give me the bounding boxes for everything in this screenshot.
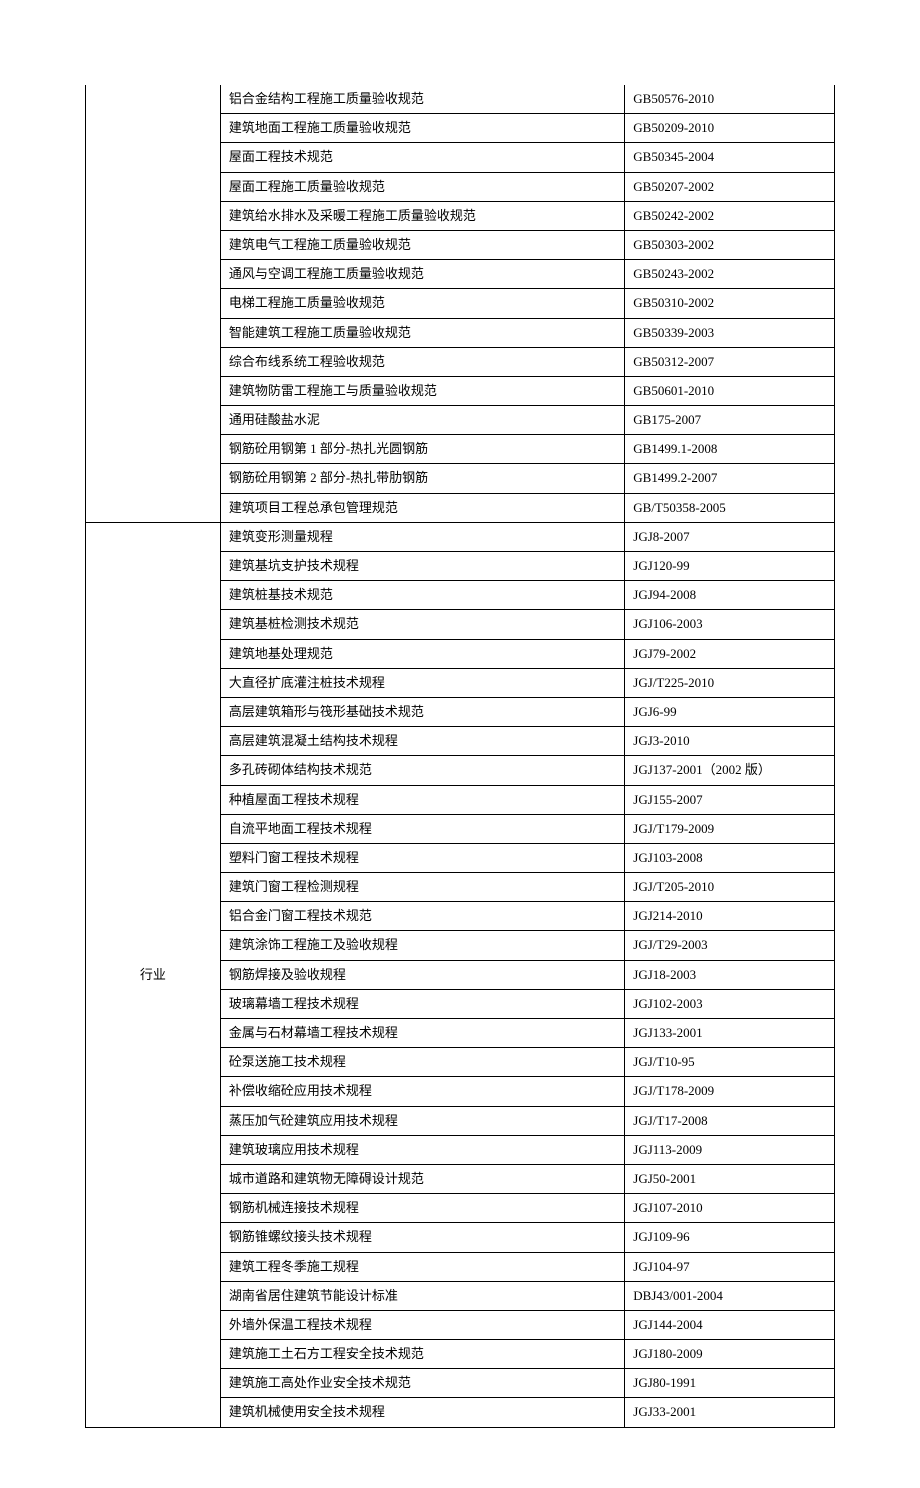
standard-code-cell: JGJ/T178-2009 [625, 1077, 835, 1106]
standard-code-cell: DBJ43/001-2004 [625, 1281, 835, 1310]
standard-name-cell: 城市道路和建筑物无障碍设计规范 [220, 1164, 624, 1193]
standard-name-cell: 综合布线系统工程验收规范 [220, 347, 624, 376]
standard-code-cell: JGJ/T205-2010 [625, 873, 835, 902]
standard-code-cell: JGJ18-2003 [625, 960, 835, 989]
standards-table: 铝合金结构工程施工质量验收规范GB50576-2010建筑地面工程施工质量验收规… [85, 85, 835, 1428]
standard-code-cell: JGJ50-2001 [625, 1164, 835, 1193]
standard-code-cell: JGJ107-2010 [625, 1194, 835, 1223]
standard-code-cell: JGJ33-2001 [625, 1398, 835, 1427]
standard-code-cell: GB50207-2002 [625, 172, 835, 201]
standard-name-cell: 自流平地面工程技术规程 [220, 814, 624, 843]
standard-code-cell: GB1499.1-2008 [625, 435, 835, 464]
standard-code-cell: JGJ6-99 [625, 697, 835, 726]
standard-name-cell: 建筑施工土石方工程安全技术规范 [220, 1340, 624, 1369]
standard-name-cell: 蒸压加气砼建筑应用技术规程 [220, 1106, 624, 1135]
standard-name-cell: 建筑物防雷工程施工与质量验收规范 [220, 376, 624, 405]
standard-name-cell: 外墙外保温工程技术规程 [220, 1310, 624, 1339]
standard-name-cell: 钢筋砼用钢第 2 部分-热扎带肋钢筋 [220, 464, 624, 493]
standard-code-cell: GB50303-2002 [625, 230, 835, 259]
standard-name-cell: 高层建筑箱形与筏形基础技术规范 [220, 697, 624, 726]
standard-code-cell: JGJ/T179-2009 [625, 814, 835, 843]
standard-name-cell: 电梯工程施工质量验收规范 [220, 289, 624, 318]
category-cell [86, 85, 221, 522]
standard-name-cell: 建筑门窗工程检测规程 [220, 873, 624, 902]
standard-name-cell: 金属与石材幕墙工程技术规程 [220, 1019, 624, 1048]
standard-code-cell: JGJ79-2002 [625, 639, 835, 668]
standard-code-cell: GB1499.2-2007 [625, 464, 835, 493]
standard-code-cell: JGJ133-2001 [625, 1019, 835, 1048]
standard-code-cell: JGJ3-2010 [625, 727, 835, 756]
standard-code-cell: GB50345-2004 [625, 143, 835, 172]
standard-name-cell: 通风与空调工程施工质量验收规范 [220, 260, 624, 289]
standard-code-cell: GB50339-2003 [625, 318, 835, 347]
standard-name-cell: 建筑施工高处作业安全技术规范 [220, 1369, 624, 1398]
standard-code-cell: JGJ214-2010 [625, 902, 835, 931]
standard-code-cell: JGJ113-2009 [625, 1135, 835, 1164]
standard-name-cell: 塑料门窗工程技术规程 [220, 843, 624, 872]
category-cell: 行业 [86, 522, 221, 1427]
standard-code-cell: GB50312-2007 [625, 347, 835, 376]
standard-code-cell: JGJ137-2001（2002 版） [625, 756, 835, 785]
standard-name-cell: 多孔砖砌体结构技术规范 [220, 756, 624, 785]
table-row: 铝合金结构工程施工质量验收规范GB50576-2010 [86, 85, 835, 114]
standard-code-cell: JGJ102-2003 [625, 989, 835, 1018]
standard-code-cell: JGJ103-2008 [625, 843, 835, 872]
standard-code-cell: JGJ/T225-2010 [625, 668, 835, 697]
standard-name-cell: 建筑玻璃应用技术规程 [220, 1135, 624, 1164]
standard-name-cell: 建筑基桩检测技术规范 [220, 610, 624, 639]
standard-name-cell: 建筑涂饰工程施工及验收规程 [220, 931, 624, 960]
standard-code-cell: JGJ144-2004 [625, 1310, 835, 1339]
standard-name-cell: 大直径扩底灌注桩技术规程 [220, 668, 624, 697]
standard-name-cell: 铝合金门窗工程技术规范 [220, 902, 624, 931]
standard-name-cell: 建筑项目工程总承包管理规范 [220, 493, 624, 522]
standard-code-cell: GB/T50358-2005 [625, 493, 835, 522]
table-row: 行业建筑变形测量规程JGJ8-2007 [86, 522, 835, 551]
standard-name-cell: 建筑变形测量规程 [220, 522, 624, 551]
standard-name-cell: 建筑电气工程施工质量验收规范 [220, 230, 624, 259]
standard-code-cell: JGJ/T17-2008 [625, 1106, 835, 1135]
standard-name-cell: 钢筋机械连接技术规程 [220, 1194, 624, 1223]
standard-code-cell: GB50576-2010 [625, 85, 835, 114]
standard-name-cell: 补偿收缩砼应用技术规程 [220, 1077, 624, 1106]
standard-code-cell: JGJ180-2009 [625, 1340, 835, 1369]
standard-name-cell: 建筑桩基技术规范 [220, 581, 624, 610]
standard-name-cell: 铝合金结构工程施工质量验收规范 [220, 85, 624, 114]
standard-name-cell: 钢筋锥螺纹接头技术规程 [220, 1223, 624, 1252]
standard-name-cell: 建筑地基处理规范 [220, 639, 624, 668]
standard-code-cell: JGJ104-97 [625, 1252, 835, 1281]
standard-name-cell: 建筑工程冬季施工规程 [220, 1252, 624, 1281]
standard-code-cell: JGJ120-99 [625, 552, 835, 581]
standard-name-cell: 钢筋砼用钢第 1 部分-热扎光圆钢筋 [220, 435, 624, 464]
standard-code-cell: JGJ109-96 [625, 1223, 835, 1252]
standard-name-cell: 屋面工程技术规范 [220, 143, 624, 172]
standard-name-cell: 建筑给水排水及采暖工程施工质量验收规范 [220, 201, 624, 230]
standard-code-cell: JGJ8-2007 [625, 522, 835, 551]
standard-name-cell: 高层建筑混凝土结构技术规程 [220, 727, 624, 756]
standard-code-cell: GB175-2007 [625, 406, 835, 435]
standard-code-cell: JGJ/T29-2003 [625, 931, 835, 960]
standard-code-cell: JGJ/T10-95 [625, 1048, 835, 1077]
standard-name-cell: 种植屋面工程技术规程 [220, 785, 624, 814]
standard-name-cell: 玻璃幕墙工程技术规程 [220, 989, 624, 1018]
standard-code-cell: GB50242-2002 [625, 201, 835, 230]
standard-code-cell: GB50601-2010 [625, 376, 835, 405]
standard-name-cell: 钢筋焊接及验收规程 [220, 960, 624, 989]
standard-code-cell: GB50243-2002 [625, 260, 835, 289]
standard-name-cell: 建筑机械使用安全技术规程 [220, 1398, 624, 1427]
standard-code-cell: GB50310-2002 [625, 289, 835, 318]
standard-name-cell: 砼泵送施工技术规程 [220, 1048, 624, 1077]
standard-name-cell: 智能建筑工程施工质量验收规范 [220, 318, 624, 347]
standard-name-cell: 通用硅酸盐水泥 [220, 406, 624, 435]
standard-code-cell: JGJ94-2008 [625, 581, 835, 610]
standard-name-cell: 屋面工程施工质量验收规范 [220, 172, 624, 201]
table-body: 铝合金结构工程施工质量验收规范GB50576-2010建筑地面工程施工质量验收规… [86, 85, 835, 1427]
standard-code-cell: GB50209-2010 [625, 114, 835, 143]
standard-code-cell: JGJ106-2003 [625, 610, 835, 639]
standard-name-cell: 建筑基坑支护技术规程 [220, 552, 624, 581]
standard-code-cell: JGJ80-1991 [625, 1369, 835, 1398]
standard-code-cell: JGJ155-2007 [625, 785, 835, 814]
standard-name-cell: 湖南省居住建筑节能设计标准 [220, 1281, 624, 1310]
standard-name-cell: 建筑地面工程施工质量验收规范 [220, 114, 624, 143]
